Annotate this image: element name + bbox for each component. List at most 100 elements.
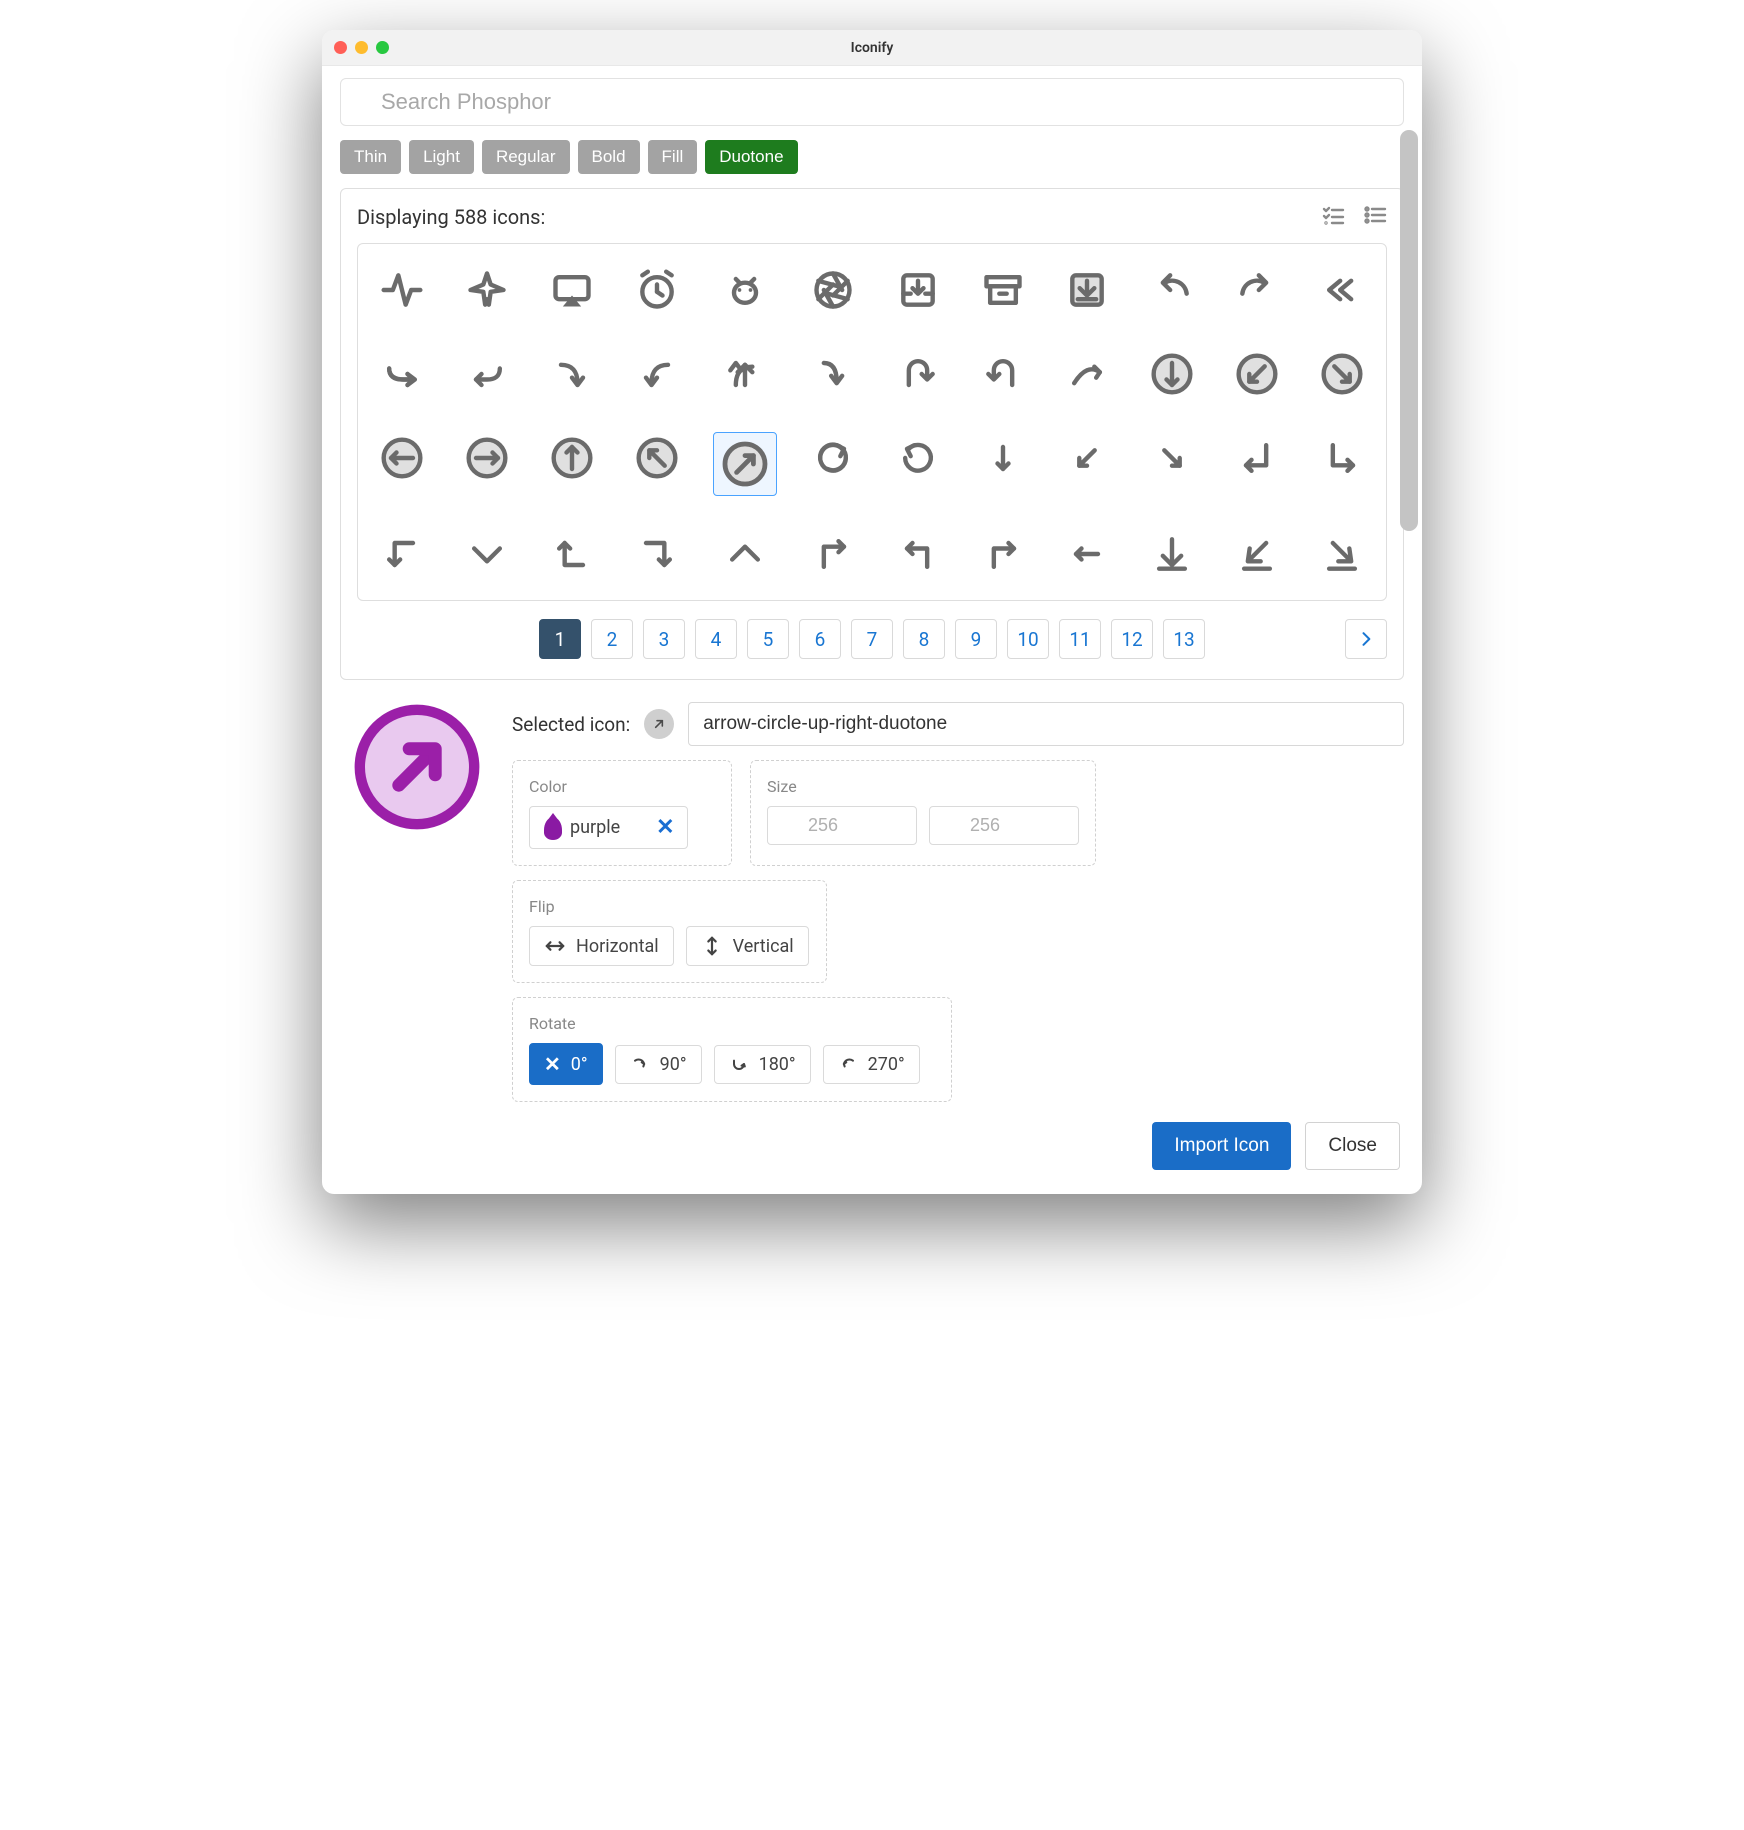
filter-bold[interactable]: Bold <box>578 140 640 174</box>
rotate-180deg[interactable]: 180° <box>714 1045 811 1084</box>
icon-circle-right[interactable] <box>461 432 513 484</box>
rotate-270deg[interactable]: 270° <box>823 1045 920 1084</box>
page-7[interactable]: 7 <box>851 619 893 659</box>
results-count: Displaying 588 icons: <box>357 205 545 229</box>
checklist-view-icon[interactable] <box>1321 203 1345 231</box>
icon-line-down-right[interactable] <box>1316 528 1368 580</box>
icon-elbow-right-down[interactable] <box>631 528 683 580</box>
icon-line-down-left[interactable] <box>1231 528 1283 580</box>
icon-circle-up[interactable] <box>546 432 598 484</box>
page-10[interactable]: 10 <box>1007 619 1049 659</box>
icon-rotate-cw[interactable] <box>807 432 859 484</box>
page-3[interactable]: 3 <box>643 619 685 659</box>
list-view-icon[interactable] <box>1363 203 1387 231</box>
icon-arrow-down[interactable] <box>977 432 1029 484</box>
scrollbar-thumb[interactable] <box>1400 130 1418 531</box>
selected-icon-section: Selected icon: Color purple ✕ <box>340 702 1404 1102</box>
page-1[interactable]: 1 <box>539 619 581 659</box>
search-input[interactable] <box>340 78 1404 126</box>
icon-archive-tray[interactable] <box>892 264 944 316</box>
flip-horizontal-button[interactable]: Horizontal <box>529 926 674 966</box>
icon-bend-down-right[interactable] <box>546 348 598 400</box>
icon-line-down[interactable] <box>1146 528 1198 580</box>
selected-name-input[interactable] <box>688 702 1404 746</box>
icon-bend-up[interactable] <box>719 348 771 400</box>
selected-label: Selected icon: <box>512 713 630 736</box>
filter-light[interactable]: Light <box>409 140 474 174</box>
page-4[interactable]: 4 <box>695 619 737 659</box>
page-12[interactable]: 12 <box>1111 619 1153 659</box>
filter-duotone[interactable]: Duotone <box>705 140 797 174</box>
width-input[interactable] <box>767 806 917 845</box>
icon-elbow-up[interactable] <box>719 528 771 580</box>
filter-thin[interactable]: Thin <box>340 140 401 174</box>
view-toggles <box>1321 203 1387 231</box>
filter-regular[interactable]: Regular <box>482 140 570 174</box>
icon-grid <box>374 264 1370 580</box>
icon-elbow-down-left[interactable] <box>1231 432 1283 484</box>
rotate-label: Rotate <box>529 1014 935 1033</box>
icon-android-logo[interactable] <box>719 264 771 316</box>
page-13[interactable]: 13 <box>1163 619 1205 659</box>
filter-row: ThinLightRegularBoldFillDuotone <box>340 140 1404 174</box>
rotate-90deg[interactable]: 90° <box>615 1045 702 1084</box>
icon-elbow-left-down[interactable] <box>376 528 428 580</box>
footer-buttons: Import Icon Close <box>340 1122 1404 1170</box>
pagination: 12345678910111213 <box>357 619 1387 659</box>
icon-arrow-down-right[interactable] <box>1146 432 1198 484</box>
scrollbar[interactable] <box>1400 130 1418 1184</box>
color-chip[interactable]: purple ✕ <box>529 806 688 849</box>
page-next[interactable] <box>1345 619 1387 659</box>
icon-elbow-down[interactable] <box>461 528 513 580</box>
icon-activity[interactable] <box>376 264 428 316</box>
icon-reply-all[interactable] <box>1316 264 1368 316</box>
flip-group: Flip Horizontal Vertical <box>512 880 827 983</box>
icon-bend-left[interactable] <box>461 348 513 400</box>
icon-elbow-up-right[interactable] <box>807 528 859 580</box>
icon-arrow-down-left[interactable] <box>1061 432 1113 484</box>
icon-undo[interactable] <box>1146 264 1198 316</box>
size-label: Size <box>767 777 1079 796</box>
page-11[interactable]: 11 <box>1059 619 1101 659</box>
flip-label: Flip <box>529 897 810 916</box>
icon-arrow-left[interactable] <box>1061 528 1113 580</box>
page-2[interactable]: 2 <box>591 619 633 659</box>
import-button[interactable]: Import Icon <box>1152 1122 1291 1170</box>
icon-airplane[interactable] <box>461 264 513 316</box>
icon-elbow-down-right[interactable] <box>1316 432 1368 484</box>
page-9[interactable]: 9 <box>955 619 997 659</box>
filter-fill[interactable]: Fill <box>648 140 698 174</box>
icon-rotate-ccw[interactable] <box>892 432 944 484</box>
icon-circle-down-left[interactable] <box>1231 348 1283 400</box>
icon-elbow-left-up[interactable] <box>546 528 598 580</box>
icon-bend-down-left[interactable] <box>631 348 683 400</box>
close-button[interactable]: Close <box>1305 1122 1400 1170</box>
icon-curve-right[interactable] <box>1061 348 1113 400</box>
icon-archive[interactable] <box>977 264 1029 316</box>
icon-circle-up-left[interactable] <box>631 432 683 484</box>
clear-color-icon[interactable]: ✕ <box>656 815 674 840</box>
icon-u-turn-right[interactable] <box>892 348 944 400</box>
icon-redo[interactable] <box>1231 264 1283 316</box>
icon-alarm[interactable] <box>631 264 683 316</box>
page-6[interactable]: 6 <box>799 619 841 659</box>
page-8[interactable]: 8 <box>903 619 945 659</box>
icon-circle-down[interactable] <box>1146 348 1198 400</box>
icon-download-tray[interactable] <box>1061 264 1113 316</box>
rotate-group: Rotate ✕0° 90° 180° 270° <box>512 997 952 1102</box>
icon-circle-left[interactable] <box>376 432 428 484</box>
flip-vertical-button[interactable]: Vertical <box>686 926 809 966</box>
icon-airplay[interactable] <box>546 264 598 316</box>
icon-circle-up-right[interactable] <box>713 432 777 496</box>
height-input[interactable] <box>929 806 1079 845</box>
icon-corner-up-right[interactable] <box>977 528 1029 580</box>
icon-bend-down[interactable] <box>807 348 859 400</box>
icon-aperture[interactable] <box>807 264 859 316</box>
rotate-0deg[interactable]: ✕0° <box>529 1043 603 1085</box>
page-5[interactable]: 5 <box>747 619 789 659</box>
icon-circle-down-right[interactable] <box>1316 348 1368 400</box>
selected-header: Selected icon: <box>512 702 1404 746</box>
icon-bend-right[interactable] <box>376 348 428 400</box>
icon-u-turn-left[interactable] <box>977 348 1029 400</box>
icon-corner-up-left[interactable] <box>892 528 944 580</box>
